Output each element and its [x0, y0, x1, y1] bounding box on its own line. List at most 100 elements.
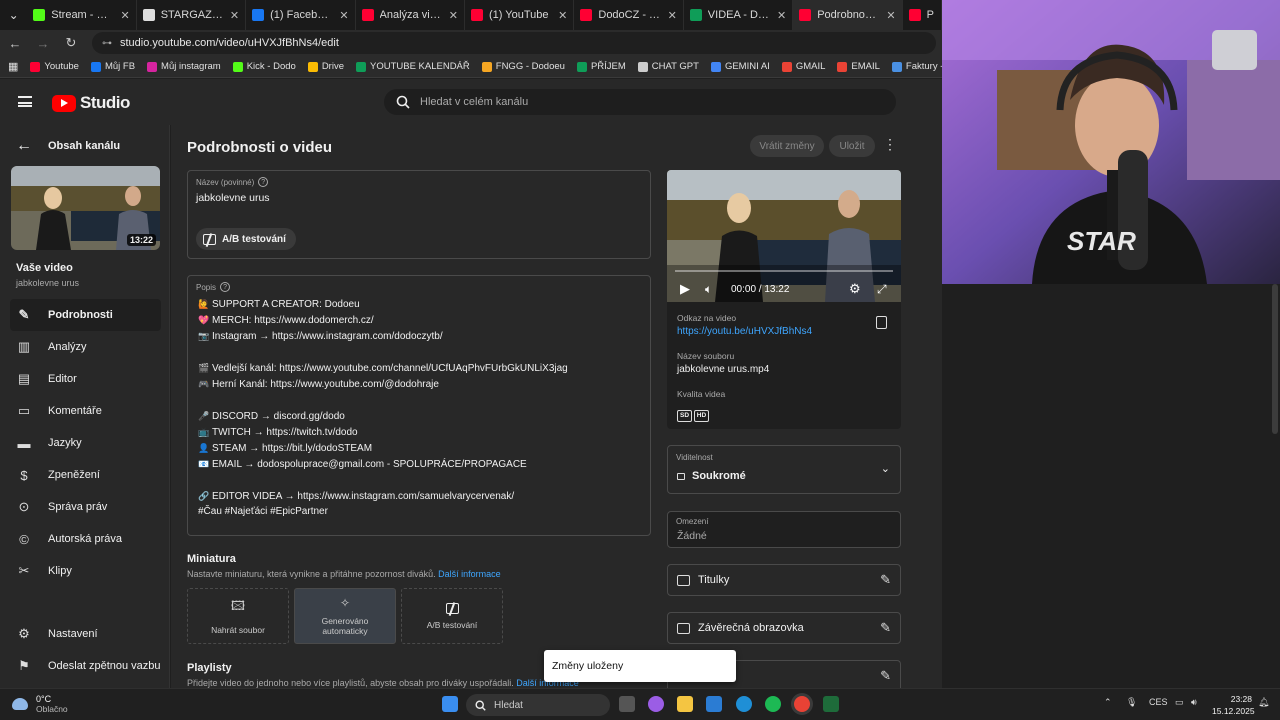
bookmark-item[interactable]: Můj FB [90, 61, 135, 72]
notification-bell-icon[interactable]: 🔔︎ [1258, 697, 1269, 708]
browser-tab[interactable]: DodoCZ - YouTube ✕ [574, 0, 684, 30]
close-icon[interactable]: ✕ [777, 9, 786, 22]
bookmark-item[interactable]: CHAT GPT [637, 61, 699, 72]
ab-test-thumbnail-button[interactable]: A/B testování [401, 588, 503, 644]
close-icon[interactable]: ✕ [120, 9, 129, 22]
subtitles-row[interactable]: Titulky ✎ [667, 564, 901, 596]
task-view-icon[interactable] [619, 696, 635, 712]
save-button[interactable]: Uložit [829, 135, 875, 157]
reload-icon[interactable]: ↻ [64, 35, 78, 51]
network-icon[interactable]: ▭ [1175, 697, 1184, 708]
sidebar-item-autorsk-pr-va[interactable]: © Autorská práva [10, 523, 161, 555]
close-icon[interactable]: ✕ [339, 9, 348, 22]
description-field[interactable]: Popis ? 🙋 SUPPORT A CREATOR: Dodoeu 💖 MERCH… [187, 275, 651, 536]
play-icon[interactable]: ▶ [680, 281, 690, 297]
bookmark-item[interactable]: PŘÍJEM [576, 61, 626, 72]
close-icon[interactable]: ✕ [668, 9, 677, 22]
fullscreen-icon[interactable]: ⤢ [877, 282, 887, 297]
video-progress-bar[interactable] [675, 270, 893, 272]
browser-tab[interactable]: Podrobnosti o videu ✕ [793, 0, 903, 30]
speaker-icon[interactable]: 🔊︎ [1191, 697, 1197, 708]
youtube-studio-logo[interactable]: Studio [52, 93, 130, 113]
language-indicator[interactable]: CES [1149, 697, 1168, 707]
bookmark-item[interactable]: Drive [307, 61, 344, 72]
file-explorer-icon[interactable] [677, 696, 693, 712]
more-options-icon[interactable]: ⋮ [883, 136, 897, 153]
settings-gear-icon[interactable]: ⚙ [849, 281, 861, 297]
sidebar-item-koment-e[interactable]: ▭ Komentáře [10, 395, 161, 427]
forward-arrow-icon[interactable]: → [36, 36, 50, 51]
close-icon[interactable]: ✕ [886, 9, 895, 22]
page-scrollbar[interactable] [1272, 284, 1278, 434]
bookmark-item[interactable]: YOUTUBE KALENDÁŘ [355, 61, 470, 72]
sidebar-item-klipy[interactable]: ✂ Klipy [10, 555, 161, 587]
close-icon[interactable]: ✕ [230, 9, 239, 22]
revert-changes-button[interactable]: Vrátit změny [750, 135, 824, 157]
sidebar-item-spr-va-pr-v[interactable]: ⊙ Správa práv [10, 491, 161, 523]
sidebar-item-anal-zy[interactable]: ▥ Analýzy [10, 331, 161, 363]
video-player[interactable]: ▶ 🔈︎ 00:00 / 13:22 ⚙ ⤢ [667, 170, 901, 302]
bookmark-item[interactable]: Můj instagram [147, 61, 221, 72]
menu-icon[interactable] [18, 96, 32, 107]
back-to-channel-content[interactable]: ← Obsah kanálu [16, 137, 120, 155]
edit-pencil-icon[interactable]: ✎ [880, 572, 891, 588]
browser-tab[interactable]: (1) Facebook ✕ [246, 0, 356, 30]
browser-tab[interactable]: VIDEA - DODO - Tabulky ✕ [684, 0, 794, 30]
browser-tab[interactable]: (1) YouTube ✕ [465, 0, 575, 30]
edit-pencil-icon[interactable]: ✎ [880, 620, 891, 636]
excel-icon[interactable] [823, 696, 839, 712]
browser-tab[interactable]: Stream - Kick ✕ [27, 0, 137, 30]
close-icon[interactable]: ✕ [449, 9, 458, 22]
ab-testing-button[interactable]: A/B testování [196, 228, 296, 250]
description-text[interactable]: 🙋 SUPPORT A CREATOR: Dodoeu 💖 MERCH: https:… [198, 296, 568, 520]
copy-icon[interactable] [876, 316, 887, 329]
bookmark-item[interactable]: Faktury - Vytváření [891, 61, 942, 72]
back-arrow-icon[interactable]: ← [8, 36, 22, 51]
edge-icon[interactable] [736, 696, 752, 712]
microphone-icon[interactable]: 🎙︎ [1126, 697, 1137, 708]
visibility-select[interactable]: Viditelnost Soukromé ⌄ [667, 445, 901, 494]
browser-tab[interactable]: Po [903, 0, 942, 30]
auto-generated-thumbnail[interactable]: ✧ Generováno automaticky [294, 588, 396, 644]
bookmark-item[interactable]: GMAIL [781, 61, 825, 72]
sidebar-item-jazyky[interactable]: ▬ Jazyky [10, 427, 161, 459]
sidebar-item-settings[interactable]: ⚙ Nastavení [10, 618, 161, 650]
close-icon[interactable]: ✕ [558, 9, 567, 22]
sidebar-item-editor[interactable]: ▤ Editor [10, 363, 161, 395]
bookmark-item[interactable]: Youtube [30, 61, 79, 72]
edit-pencil-icon[interactable]: ✎ [880, 668, 891, 684]
site-info-icon[interactable]: ⊶ [102, 38, 112, 49]
help-icon[interactable]: ? [258, 177, 269, 187]
bookmark-item[interactable]: Kick - Dodo [232, 61, 296, 72]
start-menu-icon[interactable] [442, 696, 458, 712]
system-clock[interactable]: 23:28 15.12.2025 [1212, 693, 1255, 717]
spotify-icon[interactable] [765, 696, 781, 712]
video-thumbnail[interactable]: 13:22 [11, 166, 160, 250]
sidebar-item-zpen-en-[interactable]: $ Zpeněžení [10, 459, 161, 491]
outlook-icon[interactable] [706, 696, 722, 712]
tray-chevron-icon[interactable]: ⌃ [1104, 697, 1112, 708]
browser-tab[interactable]: STARGAZE TRIČKA ✕ [137, 0, 247, 30]
sidebar-item-feedback[interactable]: ⚑ Odeslat zpětnou vazbu [10, 650, 161, 682]
bookmark-item[interactable]: EMAIL [837, 61, 880, 72]
upload-thumbnail-button[interactable]: 🖾 Nahrát soubor [187, 588, 289, 644]
help-icon[interactable]: ? [220, 282, 231, 292]
tab-search-button[interactable]: ⌄ [0, 0, 27, 30]
sidebar-item-podrobnosti[interactable]: ✎ Podrobnosti [10, 299, 161, 331]
browser-tab[interactable]: Analýza videa - YouTube ✕ [356, 0, 465, 30]
url-bar[interactable]: ⊶ studio.youtube.com/video/uHVXJfBhNs4/e… [92, 32, 936, 54]
taskbar-search[interactable]: Hledat [466, 694, 610, 716]
title-field[interactable]: Název (povinné) ? jabkolevne urus A/B te… [187, 170, 651, 259]
channel-search-input[interactable]: Hledat v celém kanálu [384, 89, 896, 115]
bookmark-item[interactable]: FNGG - Dodoeu [481, 61, 565, 72]
learn-more-link[interactable]: Další informace [438, 569, 501, 579]
weather-widget[interactable]: 0°C Oblačno [12, 694, 68, 714]
video-link[interactable]: https://youtu.be/uHVXJfBhNs4 [677, 326, 812, 337]
volume-icon[interactable]: 🔈︎ [705, 282, 712, 297]
copilot-icon[interactable] [648, 696, 664, 712]
title-input[interactable]: jabkolevne urus [196, 192, 270, 204]
apps-grid-icon[interactable]: ▦ [8, 60, 18, 73]
end-screen-row[interactable]: Závěrečná obrazovka ✎ [667, 612, 901, 644]
bookmark-item[interactable]: GEMINI AI [710, 61, 770, 72]
chrome-icon[interactable] [794, 696, 810, 712]
